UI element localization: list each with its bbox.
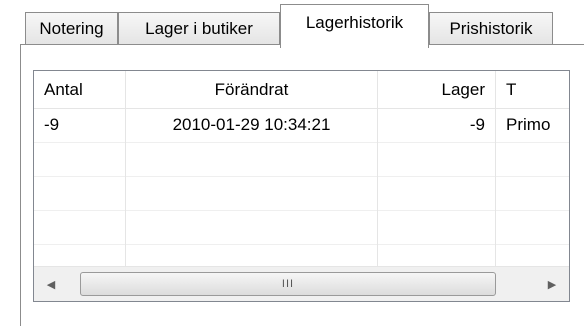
- scroll-left-icon[interactable]: ◀: [34, 267, 68, 301]
- column-header-lager[interactable]: Lager: [378, 71, 496, 108]
- tab-strip: Notering Lager i butiker Lagerhistorik P…: [0, 0, 584, 48]
- horizontal-scrollbar[interactable]: ◀ III ▶: [34, 266, 569, 301]
- scrollbar-thumb[interactable]: III: [80, 272, 496, 296]
- table-row[interactable]: -9 2010-01-29 10:34:21 -9 Primo: [34, 108, 569, 143]
- empty-row: [34, 142, 569, 177]
- grid-header: Antal Förändrat Lager T: [34, 71, 569, 109]
- scroll-right-icon[interactable]: ▶: [535, 267, 569, 301]
- column-header-t[interactable]: T: [496, 71, 569, 108]
- tab-lagerhistorik[interactable]: Lagerhistorik: [280, 4, 429, 48]
- cell-forandrat: 2010-01-29 10:34:21: [126, 108, 378, 142]
- cell-antal: -9: [34, 108, 126, 142]
- column-header-forandrat[interactable]: Förändrat: [126, 71, 378, 108]
- tab-lager-i-butiker[interactable]: Lager i butiker: [118, 12, 280, 45]
- empty-row: [34, 244, 569, 267]
- column-header-antal[interactable]: Antal: [34, 71, 126, 108]
- cell-t: Primo: [506, 115, 551, 134]
- tab-prishistorik[interactable]: Prishistorik: [429, 12, 553, 45]
- empty-row: [34, 176, 569, 211]
- grip-icon: III: [281, 278, 295, 290]
- cell-lager: -9: [378, 108, 496, 142]
- empty-row: [34, 210, 569, 245]
- tab-notering[interactable]: Notering: [25, 12, 118, 45]
- history-grid[interactable]: Antal Förändrat Lager T -9 2010-01-29 10…: [33, 70, 570, 302]
